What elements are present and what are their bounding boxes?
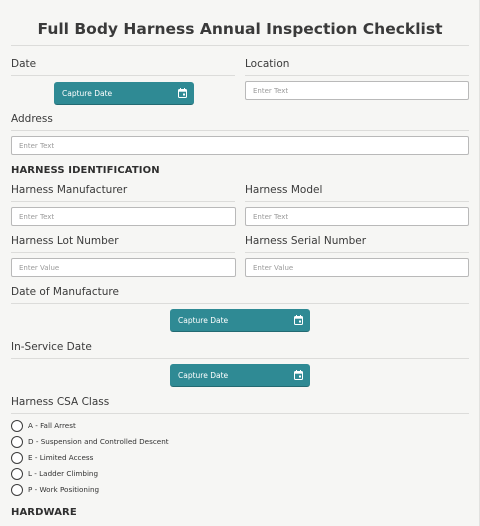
address-divider (11, 130, 469, 131)
harness-model-label: Harness Model (245, 184, 323, 196)
calendar-icon (178, 88, 187, 98)
page-title: Full Body Harness Annual Inspection Chec… (37, 20, 443, 38)
radio-unchecked-icon[interactable] (11, 483, 23, 496)
location-divider (245, 75, 469, 76)
location-input[interactable]: Enter Text (245, 81, 469, 100)
title-divider (11, 45, 469, 46)
csa-class-option-label: P - Work Positioning (28, 485, 100, 494)
harness-serial-number-input[interactable]: Enter Value (245, 258, 469, 277)
address-input[interactable]: Enter Text (11, 136, 469, 155)
radio-unchecked-icon[interactable] (11, 451, 23, 464)
date-of-manufacture-button-label: Capture Date (178, 316, 229, 325)
harness-lot-number-input[interactable]: Enter Value (11, 258, 236, 277)
location-label: Location (245, 58, 290, 70)
csa-class-option-label: L - Ladder Climbing (28, 469, 99, 478)
date-label: Date (11, 58, 37, 70)
radio-unchecked-icon[interactable] (11, 435, 23, 448)
lot-number-divider (11, 252, 235, 253)
manufacturer-divider (11, 201, 235, 202)
csa-class-option-label: E - Limited Access (28, 453, 94, 462)
csa-class-option-l[interactable]: L - Ladder Climbing (11, 467, 98, 480)
radio-unchecked-icon[interactable] (11, 419, 23, 432)
date-of-manufacture-divider (11, 303, 469, 304)
date-of-manufacture-label: Date of Manufacture (11, 286, 119, 298)
in-service-date-button-label: Capture Date (178, 371, 229, 380)
csa-class-option-label: A - Fall Arrest (28, 421, 76, 430)
address-label: Address (11, 113, 53, 125)
model-divider (245, 201, 469, 202)
calendar-icon (294, 315, 303, 325)
date-capture-button[interactable]: Capture Date (54, 82, 194, 105)
csa-class-divider (11, 413, 469, 414)
csa-class-option-a[interactable]: A - Fall Arrest (11, 419, 76, 432)
csa-class-option-label: D - Suspension and Controlled Descent (28, 437, 169, 446)
in-service-date-capture-button[interactable]: Capture Date (170, 364, 310, 387)
csa-class-option-p[interactable]: P - Work Positioning (11, 483, 99, 496)
harness-model-input[interactable]: Enter Text (245, 207, 469, 226)
in-service-date-label: In-Service Date (11, 341, 92, 353)
csa-class-option-e[interactable]: E - Limited Access (11, 451, 93, 464)
date-capture-button-label: Capture Date (62, 89, 113, 98)
date-divider (11, 75, 235, 76)
in-service-date-divider (11, 358, 469, 359)
harness-lot-number-label: Harness Lot Number (11, 235, 119, 247)
harness-identification-heading: HARNESS IDENTIFICATION (11, 165, 160, 176)
harness-serial-number-label: Harness Serial Number (245, 235, 367, 247)
csa-class-option-d[interactable]: D - Suspension and Controlled Descent (11, 435, 169, 448)
date-of-manufacture-capture-button[interactable]: Capture Date (170, 309, 310, 332)
calendar-icon (294, 370, 303, 380)
form-container: Full Body Harness Annual Inspection Chec… (0, 0, 480, 526)
harness-manufacturer-input[interactable]: Enter Text (11, 207, 236, 226)
hardware-heading: HARDWARE (11, 507, 77, 518)
radio-unchecked-icon[interactable] (11, 467, 23, 480)
harness-manufacturer-label: Harness Manufacturer (11, 184, 128, 196)
harness-csa-class-label: Harness CSA Class (11, 396, 110, 408)
serial-number-divider (245, 252, 469, 253)
